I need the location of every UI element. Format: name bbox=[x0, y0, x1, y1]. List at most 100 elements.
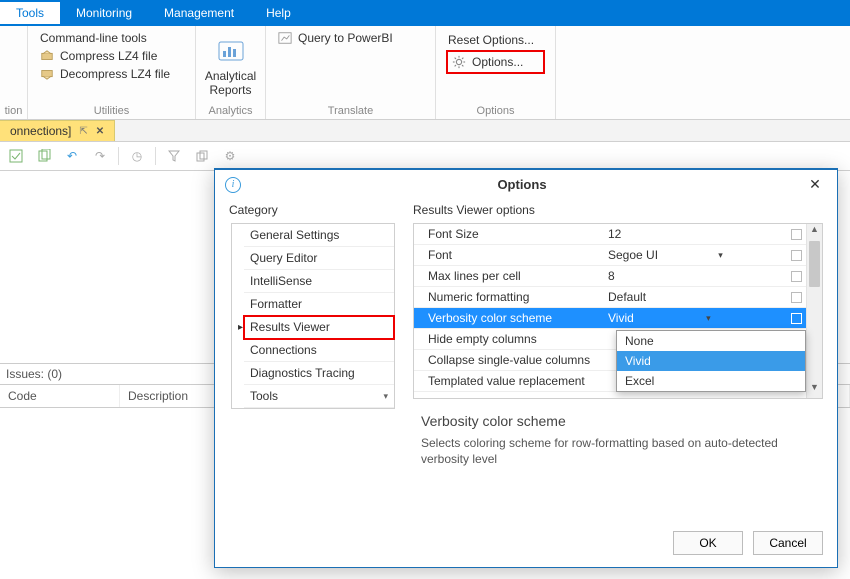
option-name: Font Size bbox=[414, 227, 602, 241]
options-scrollbar[interactable]: ▲ ▼ bbox=[806, 224, 822, 398]
options-dialog: i Options ✕ Category General Settings Qu… bbox=[214, 168, 838, 568]
decompress-label: Decompress LZ4 file bbox=[60, 67, 170, 81]
doc-tab-label: onnections] bbox=[10, 124, 71, 138]
dialog-buttons: OK Cancel bbox=[673, 531, 823, 555]
editor-toolbar: ↶ ↷ ◷ ⚙ bbox=[0, 142, 850, 171]
option-value[interactable]: 12 bbox=[602, 227, 806, 241]
reset-options-label: Reset Options... bbox=[448, 33, 534, 47]
options-column: Results Viewer options Font Size12FontSe… bbox=[413, 199, 823, 489]
document-tab-connections[interactable]: onnections] ⇱ ✕ bbox=[0, 120, 115, 141]
category-query-editor[interactable]: Query Editor bbox=[244, 247, 394, 270]
option-row[interactable]: Font Size12 bbox=[414, 224, 806, 245]
powerbi-icon bbox=[278, 31, 292, 45]
option-desc-title: Verbosity color scheme bbox=[421, 413, 815, 429]
menu-tab-tools[interactable]: Tools bbox=[0, 2, 60, 24]
category-header: Category bbox=[229, 199, 395, 223]
menu-tab-help[interactable]: Help bbox=[250, 2, 307, 24]
toolbar-btn-filter[interactable] bbox=[164, 146, 184, 166]
ribbon-group-label-translate: Translate bbox=[276, 102, 425, 117]
option-name: Font bbox=[414, 248, 602, 262]
category-list: General Settings Query Editor IntelliSen… bbox=[231, 223, 395, 409]
options-panel-header: Results Viewer options bbox=[413, 199, 823, 223]
option-name: Numeric formatting bbox=[414, 290, 602, 304]
dialog-body: Category General Settings Query Editor I… bbox=[215, 199, 837, 489]
ribbon-group-partial: tion bbox=[0, 26, 28, 119]
decompress-lz4-item[interactable]: Decompress LZ4 file bbox=[38, 66, 185, 82]
issue-col-code[interactable]: Code bbox=[0, 385, 120, 407]
category-column: Category General Settings Query Editor I… bbox=[229, 199, 395, 489]
redo-button[interactable]: ↷ bbox=[90, 146, 110, 166]
analytical-reports-item[interactable]: Analytical Reports bbox=[203, 30, 258, 98]
dropdown-option-none[interactable]: None bbox=[617, 331, 805, 351]
option-name: Collapse single-value columns bbox=[414, 353, 602, 367]
toolbar-separator bbox=[155, 147, 156, 165]
compress-icon bbox=[40, 49, 54, 63]
category-connections[interactable]: Connections bbox=[244, 339, 394, 362]
query-powerbi-item[interactable]: Query to PowerBI bbox=[276, 30, 425, 46]
ribbon-group-label-analytics: Analytics bbox=[208, 102, 252, 117]
option-desc-text: Selects coloring scheme for row-formatti… bbox=[421, 435, 815, 467]
chevron-down-icon: ▾ bbox=[383, 391, 388, 402]
pin-icon[interactable]: ⇱ bbox=[79, 126, 87, 137]
option-row[interactable]: Verbosity color schemeVivid▾ bbox=[414, 308, 806, 329]
category-intellisense[interactable]: IntelliSense bbox=[244, 270, 394, 293]
cmdline-tools-item[interactable]: Command-line tools bbox=[38, 30, 185, 46]
toolbar-btn-clock[interactable]: ◷ bbox=[127, 146, 147, 166]
scroll-up-icon[interactable]: ▲ bbox=[807, 224, 822, 240]
option-row[interactable]: Numeric formattingDefault bbox=[414, 287, 806, 308]
decompress-icon bbox=[40, 67, 54, 81]
dialog-close-button[interactable]: ✕ bbox=[803, 176, 827, 193]
category-tools-label: Tools bbox=[250, 389, 278, 403]
chevron-down-icon[interactable]: ▾ bbox=[706, 313, 711, 324]
compress-lz4-item[interactable]: Compress LZ4 file bbox=[38, 48, 185, 64]
reset-checkbox[interactable] bbox=[791, 229, 802, 240]
reset-checkbox[interactable] bbox=[791, 292, 802, 303]
option-name: Verbosity color scheme bbox=[414, 311, 602, 325]
toolbar-btn-settings[interactable]: ⚙ bbox=[220, 146, 240, 166]
ok-button[interactable]: OK bbox=[673, 531, 743, 555]
category-formatter[interactable]: Formatter bbox=[244, 293, 394, 316]
option-name: Max lines per cell bbox=[414, 269, 602, 283]
close-icon[interactable]: ✕ bbox=[96, 126, 104, 137]
category-tools[interactable]: Tools ▾ bbox=[244, 385, 394, 408]
toolbar-btn-copy[interactable] bbox=[192, 146, 212, 166]
option-value[interactable]: Default bbox=[602, 290, 806, 304]
cancel-button[interactable]: Cancel bbox=[753, 531, 823, 555]
reset-checkbox[interactable] bbox=[791, 250, 802, 261]
selected-pointer-icon: ▸ bbox=[235, 322, 243, 333]
option-row[interactable]: Max lines per cell8 bbox=[414, 266, 806, 287]
option-value[interactable]: 8 bbox=[602, 269, 806, 283]
undo-button[interactable]: ↶ bbox=[62, 146, 82, 166]
chevron-down-icon[interactable]: ▾ bbox=[718, 250, 723, 261]
reset-checkbox[interactable] bbox=[791, 313, 802, 324]
scroll-down-icon[interactable]: ▼ bbox=[807, 382, 822, 398]
option-row[interactable]: FontSegoe UI▾ bbox=[414, 245, 806, 266]
category-results-viewer[interactable]: Results Viewer bbox=[244, 316, 394, 339]
option-description: Verbosity color scheme Selects coloring … bbox=[413, 399, 823, 471]
menu-tab-monitoring[interactable]: Monitoring bbox=[60, 2, 148, 24]
category-selected-wrap: ▸ Results Viewer bbox=[244, 316, 394, 339]
ribbon-group-translate: Query to PowerBI Translate bbox=[266, 26, 436, 119]
ribbon-group-label-utilities: Utilities bbox=[38, 102, 185, 117]
ribbon-group-label-options: Options bbox=[446, 102, 545, 117]
menu-tab-management[interactable]: Management bbox=[148, 2, 250, 24]
info-icon: i bbox=[225, 177, 241, 193]
dropdown-option-vivid[interactable]: Vivid bbox=[617, 351, 805, 371]
reports-icon bbox=[217, 37, 245, 65]
toolbar-btn-2[interactable] bbox=[34, 146, 54, 166]
compress-label: Compress LZ4 file bbox=[60, 49, 157, 63]
toolbar-btn-1[interactable] bbox=[6, 146, 26, 166]
option-value[interactable]: Segoe UI▾ bbox=[602, 248, 806, 262]
reports-label: Analytical Reports bbox=[205, 69, 256, 97]
category-general-settings[interactable]: General Settings bbox=[244, 224, 394, 247]
dropdown-option-excel[interactable]: Excel bbox=[617, 371, 805, 391]
scroll-thumb[interactable] bbox=[809, 241, 820, 287]
reset-checkbox[interactable] bbox=[791, 271, 802, 282]
reset-options-item[interactable]: Reset Options... bbox=[446, 32, 545, 48]
ribbon-group-analytics: Analytical Reports Analytics bbox=[196, 26, 266, 119]
query-powerbi-label: Query to PowerBI bbox=[298, 31, 393, 45]
options-item[interactable]: Options... bbox=[446, 50, 545, 74]
category-diagnostics-tracing[interactable]: Diagnostics Tracing bbox=[244, 362, 394, 385]
option-name: Templated value replacement bbox=[414, 374, 602, 388]
option-value[interactable]: Vivid▾ bbox=[602, 311, 806, 325]
